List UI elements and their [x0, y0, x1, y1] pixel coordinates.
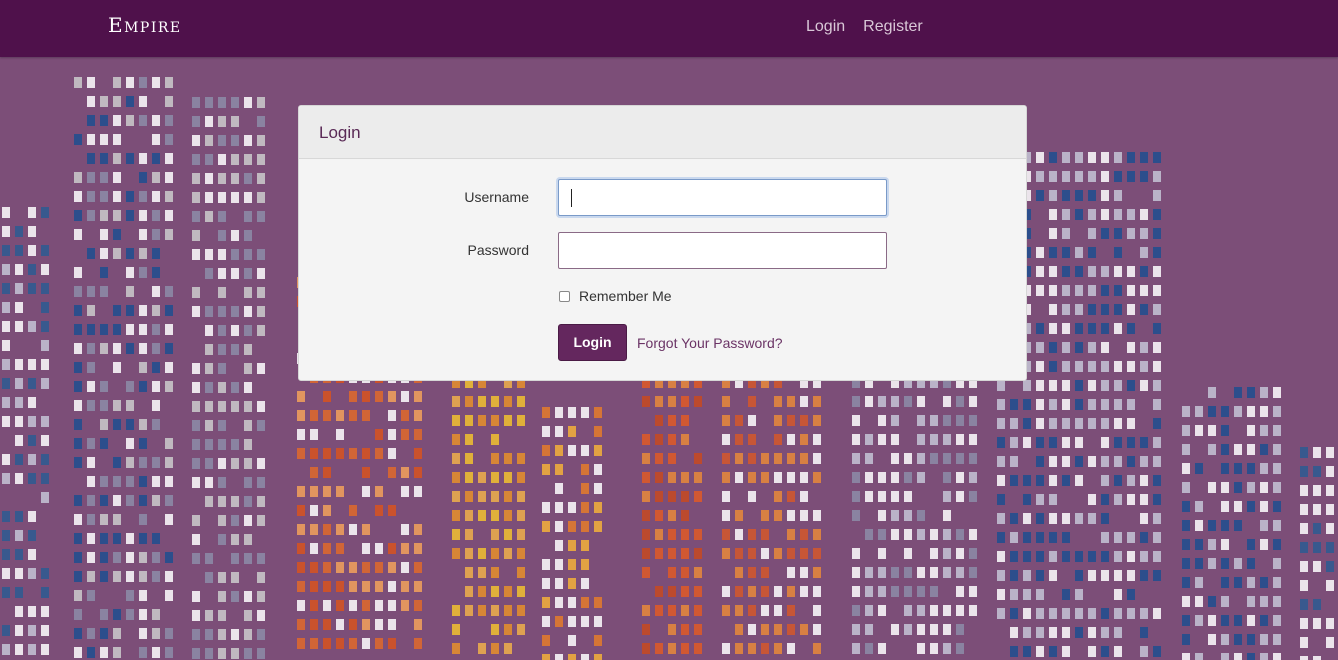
username-label: Username: [464, 189, 529, 205]
nav-links: Login Register: [806, 18, 923, 36]
password-label: Password: [467, 242, 529, 258]
remember-me-checkbox[interactable]: [559, 291, 570, 302]
forgot-password-link[interactable]: Forgot Your Password?: [637, 335, 783, 351]
login-panel: Login Username Password Remember Me Logi…: [298, 105, 1027, 381]
password-input[interactable]: [558, 232, 887, 269]
login-button[interactable]: Login: [558, 324, 627, 361]
brand-logo[interactable]: Empire: [108, 13, 182, 37]
login-panel-heading: Login: [299, 106, 1026, 159]
login-panel-title: Login: [319, 123, 361, 142]
top-navbar: Empire Login Register: [0, 0, 1338, 57]
nav-login-link[interactable]: Login: [806, 18, 845, 36]
remember-me-label[interactable]: Remember Me: [579, 288, 672, 304]
text-caret: [571, 189, 572, 207]
username-input[interactable]: [558, 179, 887, 216]
nav-register-link[interactable]: Register: [863, 18, 923, 36]
